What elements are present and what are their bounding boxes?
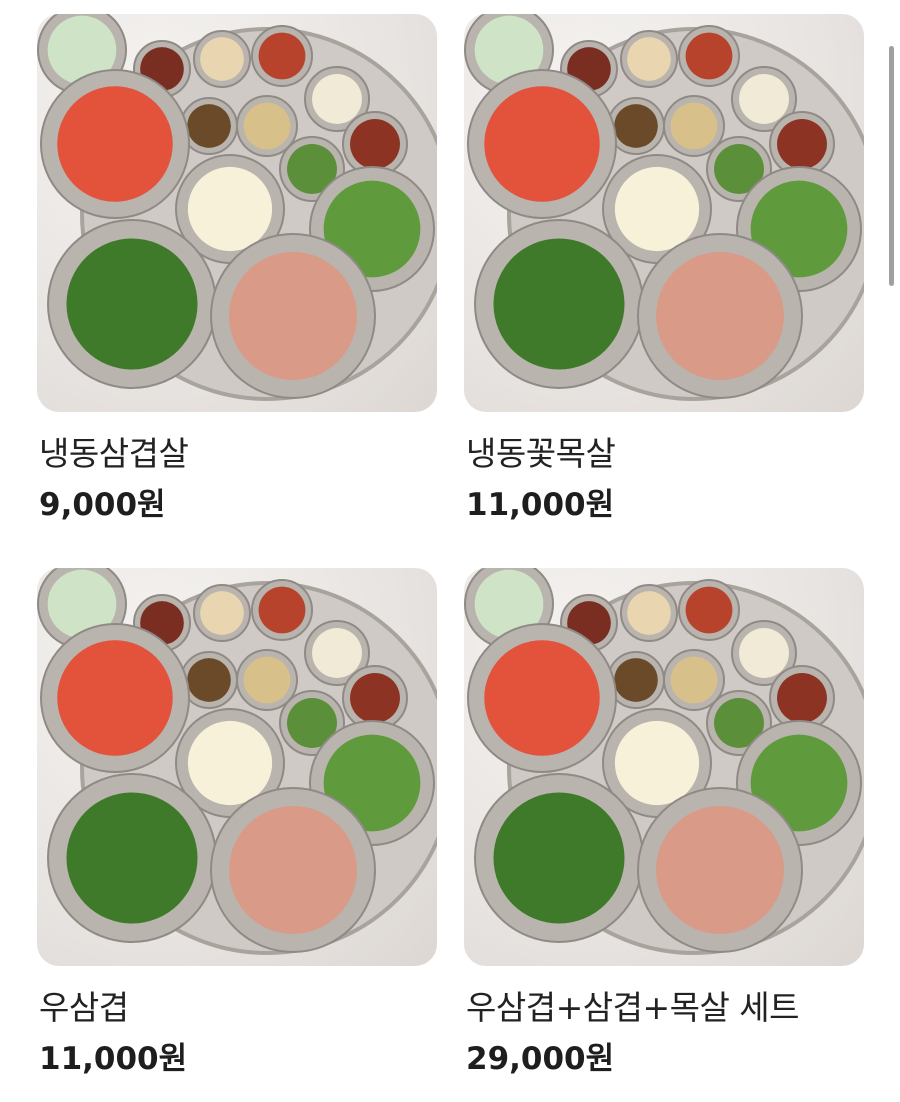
lettuce-bowl [474, 219, 644, 389]
menu-item-price: 9,000원 [39, 487, 166, 523]
lettuce-bowl [47, 773, 217, 943]
menu-grid: 냉동삼겹살 9,000원 냉동꽃목살 11,000원 우삼겹 11,000원 우… [0, 0, 900, 1102]
side-dish-bowl [193, 584, 251, 642]
menu-item-price: 29,000원 [466, 1041, 615, 1077]
menu-item-price: 11,000원 [466, 487, 615, 523]
platter-illustration [464, 568, 864, 955]
kimchi-bowl [210, 787, 376, 953]
menu-item-name: 우삼겹+삼겹+목살 세트 [466, 988, 800, 1027]
lettuce-bowl [474, 773, 644, 943]
menu-item-name: 우삼겹 [39, 988, 129, 1027]
stew-bowl [467, 623, 617, 773]
menu-item-name: 냉동꽃목살 [466, 434, 616, 473]
kimchi-bowl [637, 787, 803, 953]
menu-item-image[interactable] [464, 14, 864, 412]
menu-item-price: 11,000원 [39, 1041, 188, 1077]
menu-item-image[interactable] [37, 14, 437, 412]
side-dish-bowl [620, 584, 678, 642]
side-dish-bowl [678, 25, 740, 87]
menu-item-name: 냉동삼겹살 [39, 434, 189, 473]
side-dish-bowl [678, 579, 740, 641]
platter-illustration [37, 14, 437, 401]
side-dish-bowl [620, 30, 678, 88]
scrollbar[interactable] [889, 46, 894, 286]
side-dish-bowl [251, 579, 313, 641]
stew-bowl [40, 69, 190, 219]
stew-bowl [40, 623, 190, 773]
stew-bowl [467, 69, 617, 219]
lettuce-bowl [47, 219, 217, 389]
kimchi-bowl [210, 233, 376, 399]
menu-item-image[interactable] [464, 568, 864, 966]
side-dish-bowl [193, 30, 251, 88]
platter-illustration [464, 14, 864, 401]
menu-item-image[interactable] [37, 568, 437, 966]
kimchi-bowl [637, 233, 803, 399]
platter-illustration [37, 568, 437, 955]
side-dish-bowl [251, 25, 313, 87]
